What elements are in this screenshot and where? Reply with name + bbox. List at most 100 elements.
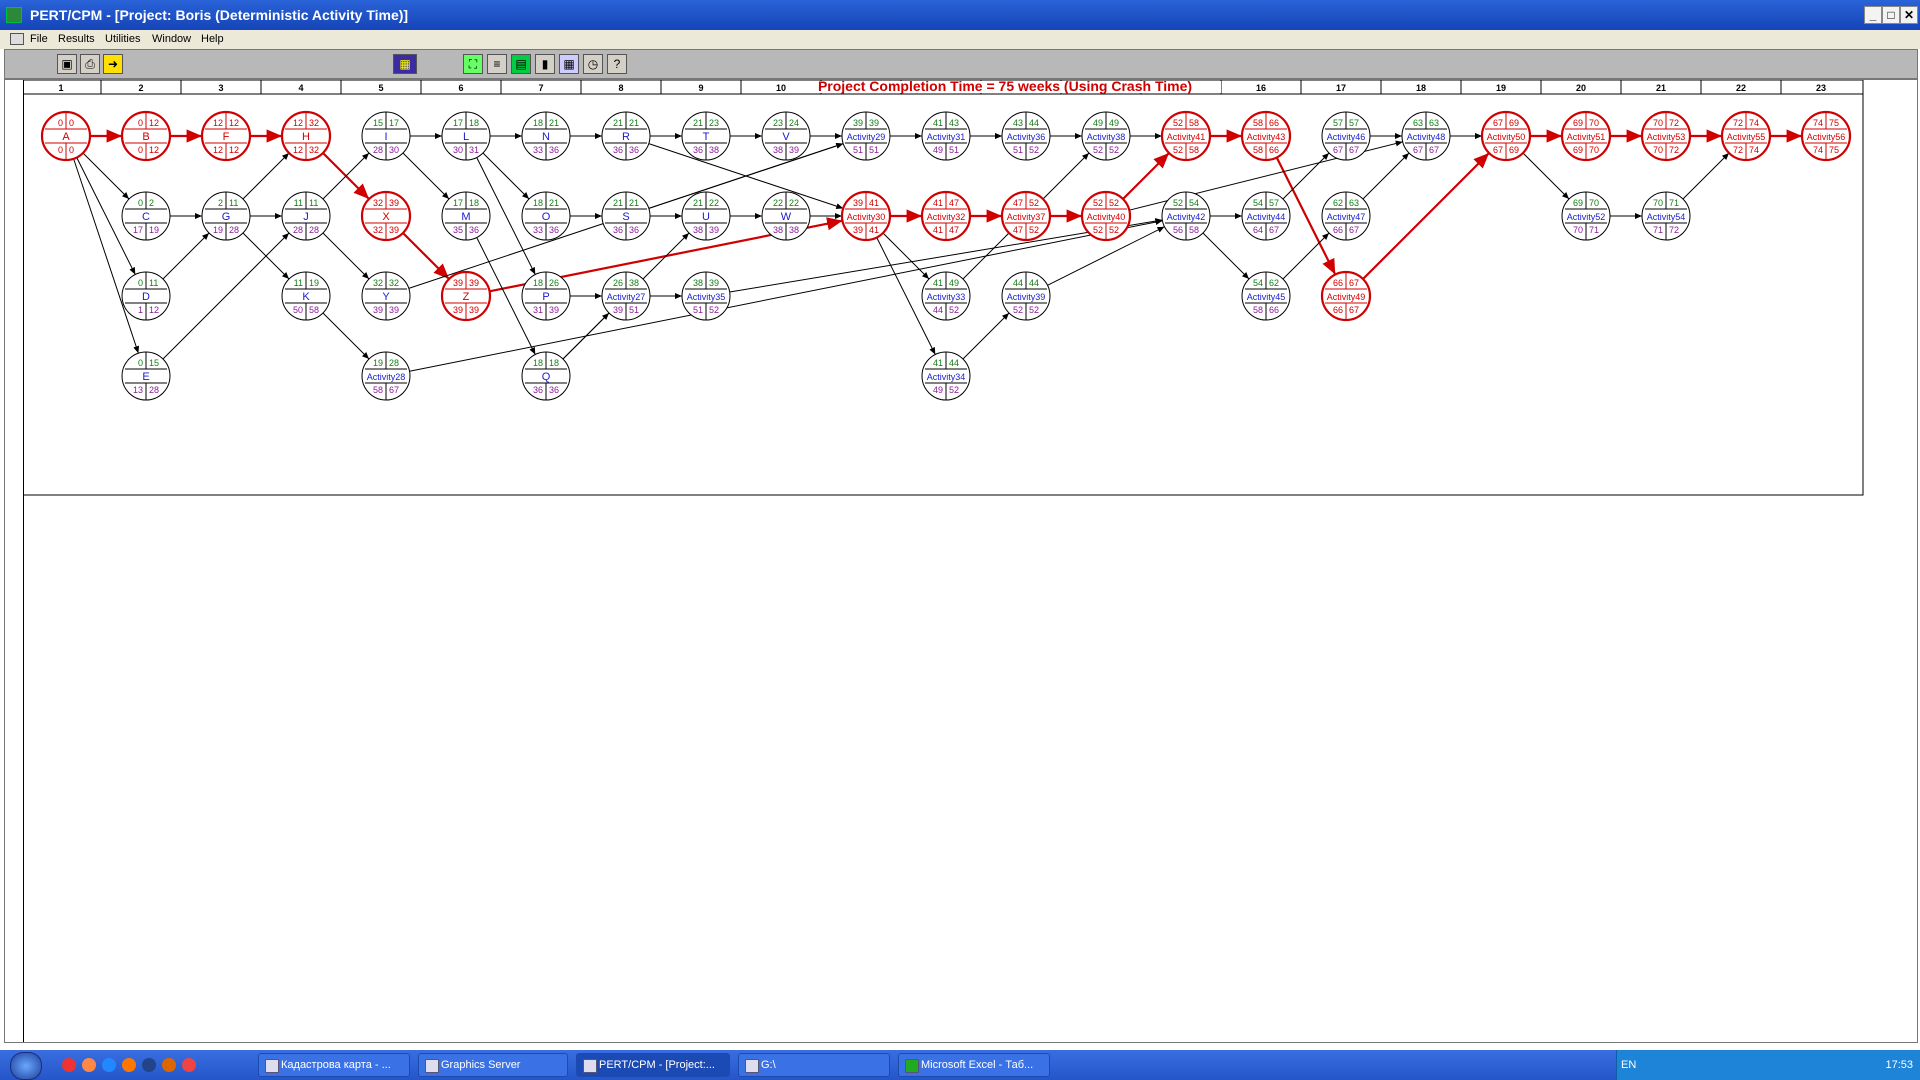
activity-name: Activity43 <box>1247 132 1286 142</box>
help-icon[interactable]: ? <box>607 54 627 74</box>
early-finish: 57 <box>1349 118 1359 128</box>
activity-name: Q <box>542 371 551 383</box>
activity-name: Activity48 <box>1407 132 1446 142</box>
document-icon[interactable] <box>10 33 24 45</box>
late-start: 35 <box>453 225 463 235</box>
menu-help[interactable]: Help <box>201 33 224 45</box>
gantt-icon[interactable]: ≡ <box>487 54 507 74</box>
menu-utilities[interactable]: Utilities <box>105 33 140 45</box>
menu-file[interactable]: File <box>30 33 48 45</box>
media-icon[interactable] <box>82 1058 96 1072</box>
early-finish: 21 <box>549 118 559 128</box>
ie-icon[interactable] <box>102 1058 116 1072</box>
column-label: 2 <box>138 83 143 93</box>
activity-name: Activity41 <box>1167 132 1206 142</box>
early-finish: 39 <box>869 118 879 128</box>
table-icon[interactable]: ▤ <box>511 54 531 74</box>
late-finish: 39 <box>389 225 399 235</box>
clock-icon[interactable]: ◷ <box>583 54 603 74</box>
early-start: 21 <box>693 118 703 128</box>
late-finish: 69 <box>1509 145 1519 155</box>
exit-icon[interactable]: ➜ <box>103 54 123 74</box>
late-finish: 66 <box>1269 305 1279 315</box>
early-start: 21 <box>613 118 623 128</box>
early-start: 0 <box>58 118 63 128</box>
late-finish: 36 <box>469 225 479 235</box>
early-start: 52 <box>1173 198 1183 208</box>
early-start: 69 <box>1573 198 1583 208</box>
late-start: 74 <box>1813 145 1823 155</box>
activity-name: Activity47 <box>1327 212 1366 222</box>
late-start: 50 <box>293 305 303 315</box>
early-start: 0 <box>138 278 143 288</box>
start-button[interactable] <box>10 1052 42 1080</box>
activity-name: V <box>782 131 790 143</box>
task-pert-cpm[interactable]: PERT/CPM - [Project:... <box>576 1053 730 1077</box>
early-finish: 23 <box>709 118 719 128</box>
early-start: 17 <box>453 118 463 128</box>
toolbar: ▣ ⎙ ➜ ▦ ⛶ ≡ ▤ ▮ ▦ ◷ ? <box>4 49 1918 79</box>
late-finish: 52 <box>1029 225 1039 235</box>
menu-bar: File Results Utilities Window Help _ ❐ ✕ <box>0 30 1920 76</box>
early-finish: 18 <box>469 198 479 208</box>
early-start: 69 <box>1573 118 1583 128</box>
early-start: 63 <box>1413 118 1423 128</box>
column-label: 19 <box>1496 83 1506 93</box>
column-label: 4 <box>298 83 303 93</box>
early-finish: 39 <box>469 278 479 288</box>
column-label: 23 <box>1816 83 1826 93</box>
firefox-icon[interactable] <box>122 1058 136 1072</box>
column-label: 10 <box>776 83 786 93</box>
maximize-button[interactable]: □ <box>1882 6 1900 24</box>
browser-icon[interactable] <box>162 1058 176 1072</box>
minimize-button[interactable]: _ <box>1864 6 1882 24</box>
menu-results[interactable]: Results <box>58 33 95 45</box>
early-start: 54 <box>1253 278 1263 288</box>
language-indicator[interactable]: EN <box>1621 1059 1636 1071</box>
activity-name: Activity40 <box>1087 212 1126 222</box>
bar-chart-icon[interactable]: ▮ <box>535 54 555 74</box>
late-finish: 51 <box>629 305 639 315</box>
app-quicklaunch-icon[interactable] <box>142 1058 156 1072</box>
chrome-icon[interactable] <box>62 1058 76 1072</box>
gantt-color-icon[interactable]: ▦ <box>393 54 417 74</box>
menu-window[interactable]: Window <box>152 33 191 45</box>
activity-name: B <box>142 131 149 143</box>
network-icon[interactable]: ⛶ <box>463 54 483 74</box>
left-ruler <box>5 80 24 1042</box>
activity-name: U <box>702 211 710 223</box>
close-button[interactable]: ✕ <box>1900 6 1918 24</box>
save-icon[interactable]: ▣ <box>57 54 77 74</box>
late-start: 58 <box>1253 305 1263 315</box>
activity-name: Activity30 <box>847 212 886 222</box>
activity-name: A <box>62 131 70 143</box>
activity-name: Activity46 <box>1327 132 1366 142</box>
late-finish: 75 <box>1829 145 1839 155</box>
chrome-icon <box>265 1059 279 1073</box>
late-finish: 31 <box>469 145 479 155</box>
early-finish: 44 <box>1029 278 1039 288</box>
activity-name: E <box>142 371 149 383</box>
late-start: 12 <box>293 145 303 155</box>
title-bar[interactable]: PERT/CPM - [Project: Boris (Deterministi… <box>0 0 1920 30</box>
window-title: PERT/CPM - [Project: Boris (Deterministi… <box>30 7 409 23</box>
task-explorer[interactable]: G:\ <box>738 1053 890 1077</box>
late-finish: 36 <box>549 225 559 235</box>
activity-name: Activity56 <box>1807 132 1846 142</box>
early-finish: 44 <box>1029 118 1039 128</box>
task-kadastr[interactable]: Кадастрова карта - ... <box>258 1053 410 1077</box>
late-start: 13 <box>133 385 143 395</box>
late-start: 31 <box>533 305 543 315</box>
task-excel[interactable]: Microsoft Excel - Таб... <box>898 1053 1050 1077</box>
print-icon[interactable]: ⎙ <box>80 54 100 74</box>
activity-name: P <box>542 291 549 303</box>
early-finish: 47 <box>949 198 959 208</box>
task-graphics-server[interactable]: Graphics Server <box>418 1053 568 1077</box>
early-start: 66 <box>1333 278 1343 288</box>
activity-name: O <box>542 211 551 223</box>
early-finish: 66 <box>1269 118 1279 128</box>
calculator-icon[interactable]: ▦ <box>559 54 579 74</box>
network-canvas[interactable]: r c1234567891011121314151617181920212223… <box>4 78 1918 1043</box>
early-finish: 58 <box>1189 118 1199 128</box>
chrome-icon-2[interactable] <box>182 1058 196 1072</box>
